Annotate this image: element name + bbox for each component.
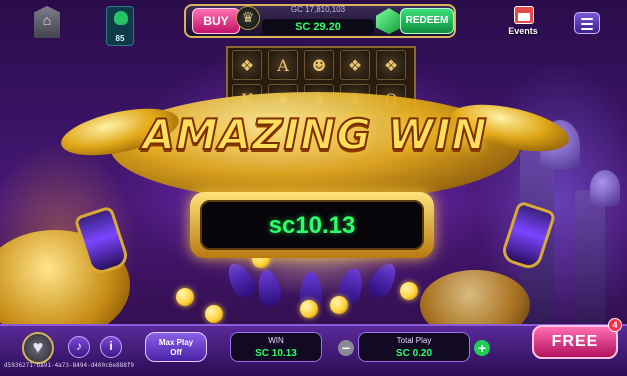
top-bar: ⌂ 85 BUY GC 17,810,103 SC 29.20 REDEEM E… <box>0 0 627 52</box>
gold-coin <box>300 300 318 318</box>
decor-leaf <box>364 258 402 302</box>
gold-coin <box>176 288 194 306</box>
sound-button[interactable]: ♪ <box>68 336 90 358</box>
win-value: SC 10.13 <box>255 348 297 359</box>
redeem-label: REDEEM <box>405 15 449 26</box>
calendar-icon <box>514 6 534 24</box>
win-display: WIN SC 10.13 <box>230 332 322 362</box>
reel-symbol: ❖ <box>340 50 370 80</box>
total-play-display: Total Play SC 0.20 <box>358 332 470 362</box>
increase-play-button[interactable]: + <box>474 340 490 356</box>
session-id: d5936271-ba91-4a73-8494-d400c6e888f9 <box>4 362 135 369</box>
home-icon: ⌂ <box>42 12 52 28</box>
menu-icon <box>581 18 593 20</box>
amazing-win-title: AMAZING WIN <box>141 109 488 160</box>
duck-icon <box>114 11 128 25</box>
favorite-button[interactable]: ♥ <box>22 332 54 364</box>
palace-tower <box>575 190 605 330</box>
level-badge[interactable]: 85 <box>106 6 134 46</box>
info-icon: i <box>109 339 113 353</box>
info-button[interactable]: i <box>100 336 122 358</box>
decrease-play-button[interactable]: − <box>338 340 354 356</box>
home-button[interactable]: ⌂ <box>34 6 60 38</box>
palace-dome <box>590 170 620 206</box>
total-play-value: SC 0.20 <box>395 348 433 359</box>
gc-balance: GC 17,810,103 <box>290 5 346 14</box>
redeem-button[interactable]: REDEEM <box>400 8 454 34</box>
max-play-label: Max Play <box>158 338 194 347</box>
menu-icon <box>581 23 593 25</box>
win-label: WIN <box>268 336 284 345</box>
heart-icon: ♥ <box>32 337 44 357</box>
gold-coin <box>330 296 348 314</box>
gold-coin <box>205 305 223 323</box>
events-button[interactable]: Events <box>506 6 540 40</box>
free-spin-button[interactable]: FREE <box>532 325 618 359</box>
level-number: 85 <box>115 34 125 43</box>
free-label: FREE <box>551 333 599 350</box>
max-play-toggle[interactable]: Max Play Off <box>145 332 207 362</box>
reel-symbol: A <box>268 50 298 80</box>
events-label: Events <box>508 26 538 36</box>
speaker-icon: ♪ <box>76 339 82 353</box>
win-amount: sc10.13 <box>268 212 356 239</box>
game-stage: ⌂ 85 BUY GC 17,810,103 SC 29.20 REDEEM E… <box>0 0 627 376</box>
menu-button[interactable] <box>574 12 600 34</box>
sc-balance: SC 29.20 <box>262 19 374 35</box>
total-play-label: Total Play <box>396 336 432 345</box>
buy-button[interactable]: BUY <box>192 8 240 34</box>
max-play-state: Off <box>170 348 182 357</box>
crown-icon <box>236 6 260 30</box>
reel-symbol: ❖ <box>232 50 262 80</box>
buy-label: BUY <box>203 14 229 28</box>
free-count-badge: 4 <box>608 318 622 332</box>
win-amount-frame: sc10.13 <box>190 192 434 258</box>
reel-symbol: ☻ <box>304 50 334 80</box>
gold-coin <box>400 282 418 300</box>
win-amount-panel: sc10.13 <box>200 200 424 250</box>
menu-icon <box>581 28 593 30</box>
reel-symbol: ❖ <box>376 50 406 80</box>
decor-leaf <box>255 268 283 308</box>
